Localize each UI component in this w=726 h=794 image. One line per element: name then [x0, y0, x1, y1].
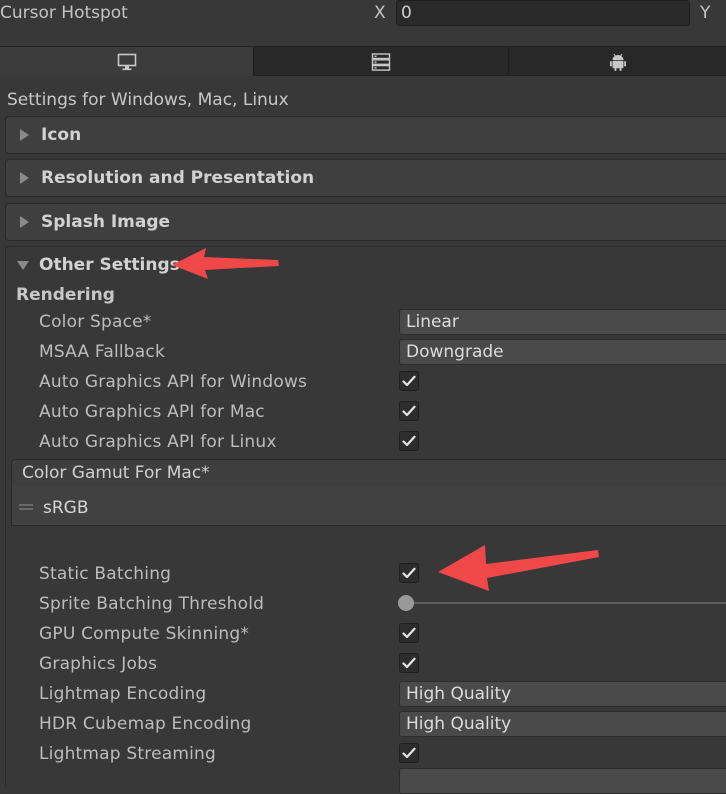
monitor-icon — [117, 53, 136, 70]
color-gamut-list — [11, 486, 726, 526]
tab-standalone[interactable] — [0, 47, 254, 76]
foldout-icon[interactable]: Icon — [5, 116, 726, 154]
foldout-resolution-and-presentation[interactable]: Resolution and Presentation — [5, 159, 726, 197]
annotation-arrow-other-settings — [172, 248, 279, 279]
next-dropdown[interactable] — [399, 768, 726, 794]
foldout-collapsed-icon — [20, 172, 29, 184]
lightmap-encoding-dropdown[interactable]: High Quality — [399, 681, 726, 707]
auto-graphics-linux-checkbox[interactable] — [399, 431, 419, 451]
msaa-fallback-dropdown[interactable]: Downgrade — [399, 339, 726, 365]
checkmark-icon — [402, 567, 416, 579]
cursor-hotspot-label: Cursor Hotspot — [0, 3, 128, 23]
checkmark-icon — [402, 747, 416, 759]
checkmark-icon — [402, 375, 416, 387]
foldout-label: Splash Image — [41, 212, 171, 232]
drag-handle-icon[interactable] — [19, 504, 33, 510]
auto-graphics-linux-label: Auto Graphics API for Linux — [39, 432, 277, 452]
foldout-collapsed-icon — [20, 129, 29, 141]
foldout-collapsed-icon — [20, 216, 29, 228]
msaa-fallback-label: MSAA Fallback — [39, 342, 165, 362]
foldout-other-settings[interactable]: Other Settings — [17, 252, 180, 278]
android-icon — [609, 53, 626, 71]
y-label: Y — [700, 3, 711, 23]
graphics-jobs-checkbox[interactable] — [399, 653, 419, 673]
sprite-batching-threshold-slider-thumb[interactable] — [398, 595, 414, 611]
hdr-cubemap-encoding-label: HDR Cubemap Encoding — [39, 714, 252, 734]
hdr-cubemap-encoding-dropdown[interactable]: High Quality — [399, 711, 726, 737]
annotation-arrow-static-batching — [438, 545, 599, 591]
x-label: X — [374, 3, 386, 23]
foldout-label: Resolution and Presentation — [41, 168, 315, 188]
auto-graphics-windows-checkbox[interactable] — [399, 371, 419, 391]
auto-graphics-windows-label: Auto Graphics API for Windows — [39, 372, 308, 392]
tab-android[interactable] — [509, 47, 726, 76]
cursor-hotspot-x-field[interactable]: 0 — [396, 0, 690, 26]
color-gamut-list-header: Color Gamut For Mac* — [11, 459, 726, 487]
rendering-header: Rendering — [16, 285, 115, 305]
settings-title: Settings for Windows, Mac, Linux — [7, 90, 289, 110]
checkmark-icon — [402, 435, 416, 447]
gpu-compute-skinning-checkbox[interactable] — [399, 623, 419, 643]
lightmap-streaming-label: Lightmap Streaming — [39, 744, 216, 764]
checkmark-icon — [402, 657, 416, 669]
lightmap-streaming-checkbox[interactable] — [399, 743, 419, 763]
foldout-label: Other Settings — [39, 255, 180, 275]
foldout-label: Icon — [41, 125, 82, 145]
auto-graphics-mac-label: Auto Graphics API for Mac — [39, 402, 265, 422]
graphics-jobs-label: Graphics Jobs — [39, 654, 158, 674]
sprite-batching-threshold-label: Sprite Batching Threshold — [39, 594, 265, 614]
color-space-label: Color Space* — [39, 312, 152, 332]
checkmark-icon — [402, 627, 416, 639]
static-batching-label: Static Batching — [39, 564, 172, 584]
color-space-dropdown[interactable]: Linear — [399, 309, 726, 335]
lightmap-encoding-label: Lightmap Encoding — [39, 684, 207, 704]
server-icon — [371, 52, 391, 71]
platform-tab-bar — [0, 46, 726, 76]
foldout-splash-image[interactable]: Splash Image — [5, 203, 726, 241]
checkmark-icon — [402, 405, 416, 417]
auto-graphics-mac-checkbox[interactable] — [399, 401, 419, 421]
sprite-batching-threshold-slider-track[interactable] — [406, 602, 726, 604]
tab-dedicated-server[interactable] — [254, 47, 509, 76]
gpu-compute-skinning-label: GPU Compute Skinning* — [39, 624, 250, 644]
foldout-expanded-icon — [17, 260, 29, 270]
static-batching-checkbox[interactable] — [399, 563, 419, 583]
color-gamut-item[interactable]: sRGB — [43, 495, 89, 521]
